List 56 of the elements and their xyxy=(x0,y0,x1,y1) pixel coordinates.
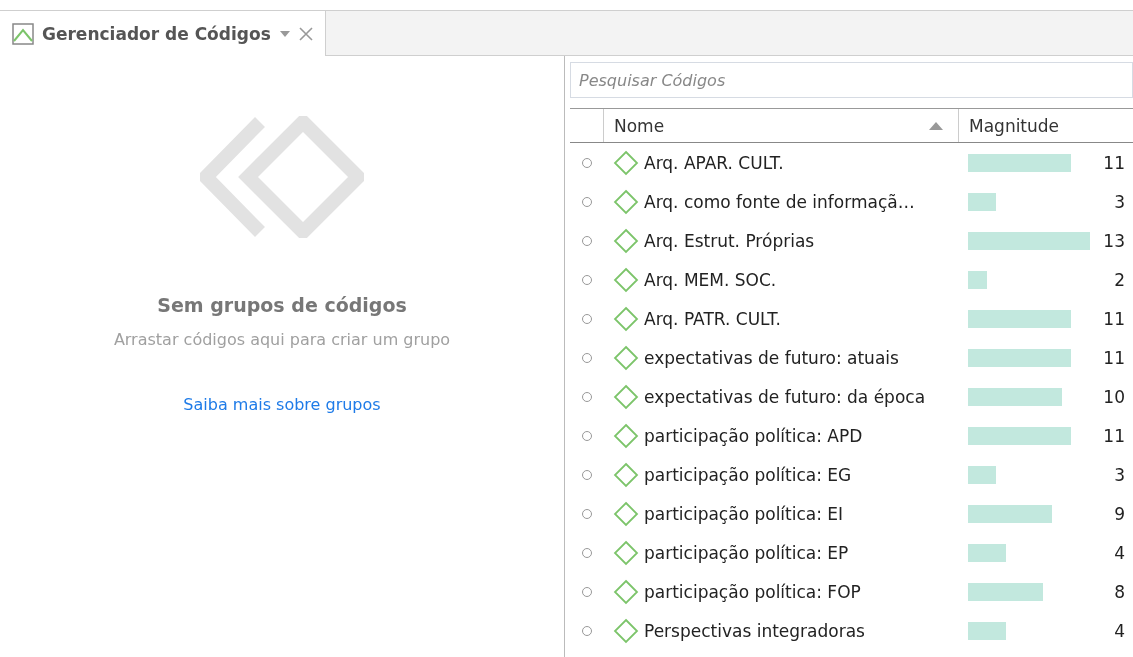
code-name[interactable]: Arq. MEM. SOC. xyxy=(644,269,777,290)
dropdown-caret-icon[interactable] xyxy=(278,29,291,38)
tab[interactable]: Gerenciador de Códigos xyxy=(0,11,326,56)
magnitude-value: 3 xyxy=(1113,464,1125,485)
column-header[interactable]: Nome xyxy=(603,109,958,142)
code-groups-icon xyxy=(200,116,364,238)
code-name[interactable]: Arq. Estrut. Próprias xyxy=(644,230,815,251)
code-diamond-icon xyxy=(613,227,639,254)
magnitude-bar xyxy=(968,543,1006,562)
magnitude-value: 3 xyxy=(1113,191,1125,212)
code-diamond-icon xyxy=(613,305,639,332)
magnitude-value: 4 xyxy=(1113,620,1125,641)
code-name[interactable]: Arq. como fonte de informaçã… xyxy=(644,191,915,212)
code-name[interactable]: Arq. PATR. CULT. xyxy=(644,308,781,329)
code-name[interactable]: participação política: APD xyxy=(644,425,863,446)
tab-title: Gerenciador de Códigos xyxy=(42,23,271,44)
close-icon[interactable] xyxy=(298,26,313,41)
magnitude-value: 11 xyxy=(1102,308,1125,329)
code-name[interactable]: participação política: EG xyxy=(644,464,852,485)
search-field[interactable]: Pesquisar Códigos xyxy=(570,62,1133,98)
empty-hint: Arrastar códigos aqui para criar um grupo xyxy=(113,330,451,349)
column-header[interactable]: Magnitude xyxy=(958,109,1133,142)
code-name[interactable]: participação política: FOP xyxy=(644,581,861,602)
magnitude-bar xyxy=(968,270,987,289)
code-diamond-icon xyxy=(613,188,639,215)
magnitude-value: 11 xyxy=(1102,347,1125,368)
magnitude-value: 11 xyxy=(1102,425,1125,446)
code-manager-icon xyxy=(12,22,34,45)
code-name[interactable]: participação política: EI xyxy=(644,503,844,524)
code-diamond-icon xyxy=(613,383,639,410)
code-diamond-icon xyxy=(613,578,639,605)
magnitude-bar xyxy=(968,465,997,484)
magnitude-value: 8 xyxy=(1113,581,1125,602)
magnitude-value: 10 xyxy=(1102,386,1125,407)
code-diamond-icon xyxy=(613,539,639,566)
code-diamond-icon xyxy=(613,149,639,176)
magnitude-value: 9 xyxy=(1113,503,1125,524)
magnitude-value: 13 xyxy=(1102,230,1125,251)
code-name[interactable]: expectativas de futuro: atuais xyxy=(644,347,899,368)
magnitude-bar xyxy=(968,621,1006,640)
code-diamond-icon xyxy=(613,344,639,371)
learn-more-link[interactable]: Saiba mais sobre grupos xyxy=(183,395,381,414)
magnitude-value: 4 xyxy=(1113,542,1125,563)
code-diamond-icon xyxy=(613,266,639,293)
code-name[interactable]: expectativas de futuro: da época xyxy=(644,386,926,407)
empty-heading: Sem grupos de códigos xyxy=(157,294,407,316)
code-name[interactable]: Perspectivas integradoras xyxy=(644,620,865,641)
code-diamond-icon xyxy=(613,617,639,644)
code-diamond-icon xyxy=(613,422,639,449)
code-diamond-icon xyxy=(613,500,639,527)
magnitude-value: 2 xyxy=(1113,269,1125,290)
magnitude-value: 11 xyxy=(1102,152,1125,173)
code-name[interactable]: participação política: EP xyxy=(644,542,849,563)
code-name[interactable]: Arq. APAR. CULT. xyxy=(644,152,784,173)
magnitude-bar xyxy=(968,192,997,211)
code-diamond-icon xyxy=(613,461,639,488)
